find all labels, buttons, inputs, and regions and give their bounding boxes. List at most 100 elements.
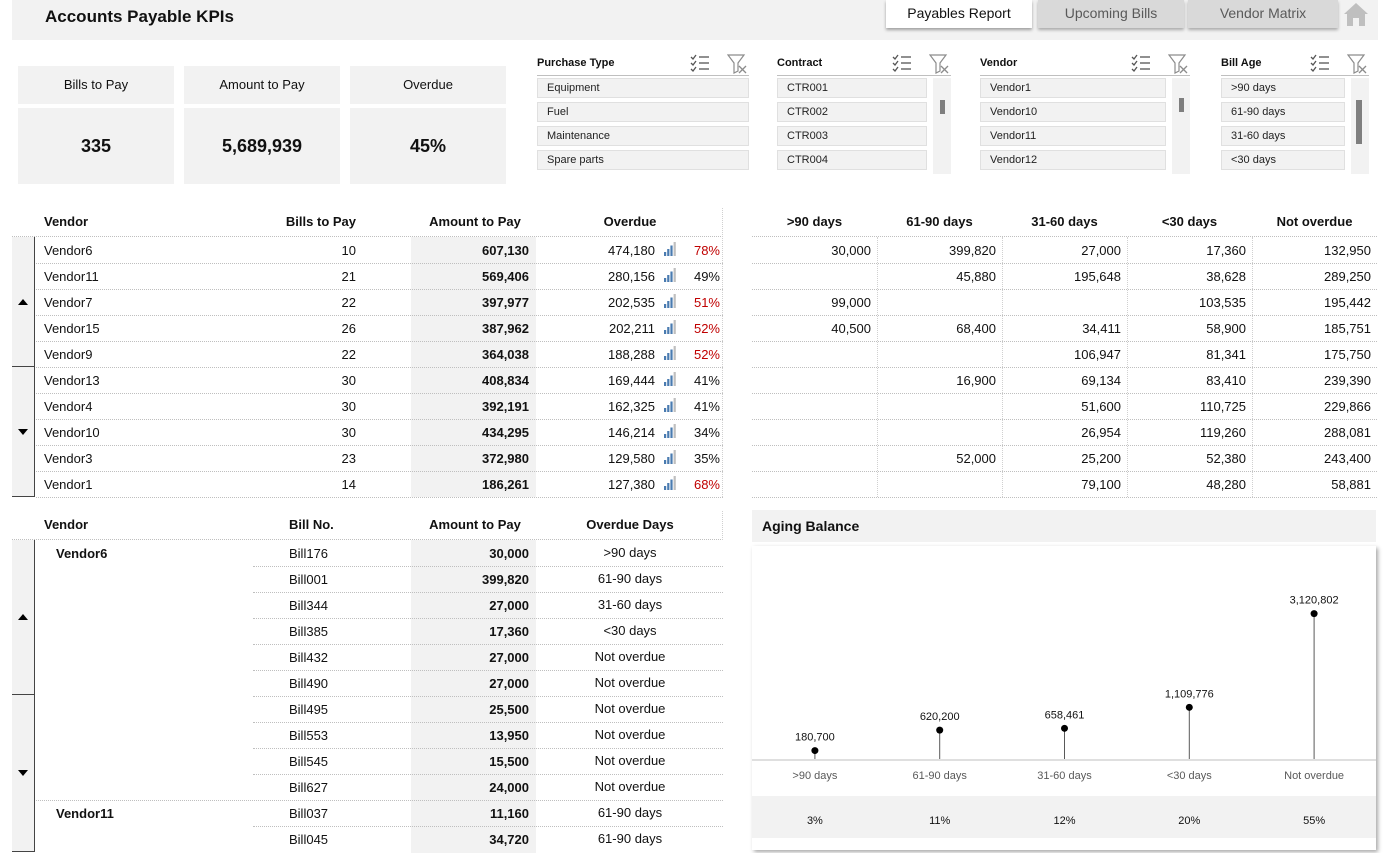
table-row[interactable]: 30,000 399,820 27,000 17,360 132,950	[752, 237, 1377, 263]
table-row[interactable]: Vendor6 Bill176 30,000 >90 days	[36, 540, 723, 566]
table-row[interactable]: Vendor10 30 434,295 146,214 34%	[36, 419, 723, 445]
slicer-header: Vendor	[980, 54, 1190, 76]
overdue-percent: 78%	[693, 243, 720, 258]
table-row[interactable]: 16,900 69,134 83,410 239,390	[752, 367, 1377, 393]
table-row[interactable]: Vendor9 22 364,038 188,288 52%	[36, 341, 723, 367]
table-row[interactable]: Bill495 25,500 Not overdue	[36, 696, 723, 722]
tab-upcoming-bills[interactable]: Upcoming Bills	[1038, 0, 1184, 28]
multi-select-icon[interactable]	[1310, 54, 1330, 72]
table-row[interactable]: Bill627 24,000 Not overdue	[36, 774, 723, 800]
slicer-item[interactable]: CTR003	[777, 126, 927, 146]
table-row[interactable]: Vendor6 10 607,130 474,180 78%	[36, 237, 723, 263]
aging-cell: 58,900	[1206, 321, 1246, 336]
data-point	[1061, 724, 1068, 732]
home-icon[interactable]	[1342, 1, 1370, 27]
bar-chart-icon	[664, 424, 676, 438]
slicer-item[interactable]: Vendor1	[980, 78, 1166, 98]
slicer-scroll-thumb[interactable]	[1179, 98, 1184, 112]
tab-vendor-matrix[interactable]: Vendor Matrix	[1188, 0, 1338, 28]
slicer-item[interactable]: CTR001	[777, 78, 927, 98]
column-header-overdue: Overdue	[603, 214, 657, 229]
table-scrollbar[interactable]	[12, 237, 36, 497]
slicer-scroll-thumb[interactable]	[1356, 100, 1362, 144]
slicer-item[interactable]: CTR004	[777, 150, 927, 170]
table-row[interactable]: 51,600 110,725 229,866	[752, 393, 1377, 419]
table-row[interactable]: 99,000 103,535 195,442	[752, 289, 1377, 315]
table-row[interactable]: Bill545 15,500 Not overdue	[36, 748, 723, 774]
data-label: 658,461	[1045, 709, 1085, 721]
slicer-scrollbar[interactable]	[1351, 78, 1369, 174]
scroll-down-arrow-icon[interactable]	[18, 429, 28, 435]
slicer-title: Purchase Type	[537, 57, 615, 69]
slicer-scrollbar[interactable]	[1172, 78, 1190, 174]
table-row[interactable]: 79,100 48,280 58,881	[752, 471, 1377, 497]
scroll-down-arrow-icon[interactable]	[18, 770, 28, 776]
vendor-name: Vendor6	[44, 243, 93, 258]
slicer-title: Contract	[777, 57, 823, 69]
table-row[interactable]: 40,500 68,400 34,411 58,900 185,751	[752, 315, 1377, 341]
scroll-up-arrow-icon[interactable]	[18, 299, 28, 305]
table-row[interactable]: Vendor11 21 569,406 280,156 49%	[36, 263, 723, 289]
clear-filter-icon[interactable]	[1347, 54, 1367, 74]
slicer-item[interactable]: CTR002	[777, 102, 927, 122]
table-row[interactable]: Vendor11 Bill037 11,160 61-90 days	[36, 800, 723, 826]
slicer-item[interactable]: <30 days	[1221, 150, 1345, 170]
table-row[interactable]: Vendor3 23 372,980 129,580 35%	[36, 445, 723, 471]
multi-select-icon[interactable]	[892, 54, 912, 72]
table-row[interactable]: Vendor4 30 392,191 162,325 41%	[36, 393, 723, 419]
clear-filter-icon[interactable]	[1168, 54, 1188, 74]
table-row[interactable]: Bill385 17,360 <30 days	[36, 618, 723, 644]
overdue-percent: 41%	[693, 399, 720, 414]
slicer-item[interactable]: >90 days	[1221, 78, 1345, 98]
table-row[interactable]: 106,947 81,341 175,750	[752, 341, 1377, 367]
slicer-item[interactable]: Spare parts	[537, 150, 749, 170]
bill-number: Bill385	[289, 624, 329, 639]
overdue-percent: 52%	[693, 321, 720, 336]
slicer-scrollbar[interactable]	[933, 78, 951, 174]
table-row[interactable]: Vendor7 22 397,977 202,535 51%	[36, 289, 723, 315]
slicer-item[interactable]: Maintenance	[537, 126, 749, 146]
multi-select-icon[interactable]	[1131, 54, 1151, 72]
data-point	[1185, 703, 1193, 711]
slicer-item[interactable]: Vendor11	[980, 126, 1166, 146]
aging-cell: 40,500	[831, 321, 871, 336]
slicer-item[interactable]: Vendor10	[980, 102, 1166, 122]
chart-header: Aging Balance	[752, 510, 1376, 542]
slicer-scroll-thumb[interactable]	[940, 100, 945, 114]
multi-select-icon[interactable]	[690, 54, 710, 72]
column-header-bills: Bills to Pay	[285, 214, 356, 229]
slicer-item[interactable]: Vendor12	[980, 150, 1166, 170]
table-row[interactable]: Vendor15 26 387,962 202,211 52%	[36, 315, 723, 341]
slicer-item[interactable]: 61-90 days	[1221, 102, 1345, 122]
table-row[interactable]: Vendor13 30 408,834 169,444 41%	[36, 367, 723, 393]
amount-value: 186,261	[482, 477, 529, 492]
table-row[interactable]: 26,954 119,260 288,081	[752, 419, 1377, 445]
scroll-up-arrow-icon[interactable]	[18, 614, 28, 620]
slicer-item[interactable]: 31-60 days	[1221, 126, 1345, 146]
overdue-value: 127,380	[608, 477, 655, 492]
overdue-days: Not overdue	[594, 675, 666, 690]
tab-payables-report[interactable]: Payables Report	[886, 0, 1032, 28]
clear-filter-icon[interactable]	[929, 54, 949, 74]
vendor-name: Vendor10	[44, 425, 100, 440]
table-row[interactable]: Vendor1 14 186,261 127,380 68%	[36, 471, 723, 497]
column-header-amount: Amount to Pay	[429, 517, 521, 532]
table-row[interactable]: Bill045 34,720 61-90 days	[36, 826, 723, 852]
table-row[interactable]: Bill344 27,000 31-60 days	[36, 592, 723, 618]
aging-cell: 34,411	[1082, 321, 1121, 336]
slicer-item[interactable]: Equipment	[537, 78, 749, 98]
table-row[interactable]: Bill553 13,950 Not overdue	[36, 722, 723, 748]
aging-cell: 243,400	[1324, 451, 1371, 466]
table-row[interactable]: 52,000 25,200 52,380 243,400	[752, 445, 1377, 471]
table-row[interactable]: Bill432 27,000 Not overdue	[36, 644, 723, 670]
aging-cell: 51,600	[1081, 399, 1121, 414]
table-scrollbar[interactable]	[12, 540, 36, 852]
table-row[interactable]: Bill490 27,000 Not overdue	[36, 670, 723, 696]
amount-value: 30,000	[489, 546, 529, 561]
slicer-item[interactable]: Fuel	[537, 102, 749, 122]
table-row[interactable]: Bill001 399,820 61-90 days	[36, 566, 723, 592]
overdue-value: 202,211	[608, 321, 655, 336]
table-row[interactable]: 45,880 195,648 38,628 289,250	[752, 263, 1377, 289]
clear-filter-icon[interactable]	[727, 54, 747, 74]
aging-cell: 399,820	[949, 243, 996, 258]
